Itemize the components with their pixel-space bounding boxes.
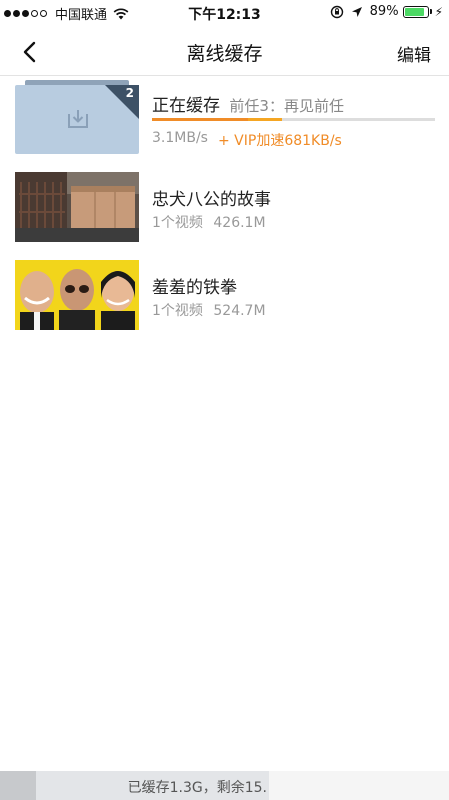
download-progress-bar xyxy=(152,118,435,121)
vip-speed: + VIP加速681KB/s xyxy=(218,133,342,149)
file-size: 426.1M xyxy=(213,215,266,231)
item-meta: 1个视频 426.1M xyxy=(152,212,266,232)
battery-fill xyxy=(404,7,425,16)
video-thumbnail xyxy=(15,260,139,330)
rotation-lock-icon xyxy=(330,5,343,18)
video-count: 1个视频 xyxy=(152,303,203,319)
vip-progress-fill xyxy=(248,118,283,121)
video-thumbnail xyxy=(15,172,139,242)
status-bar: 中国联通 下午12:13 89% ⚡ xyxy=(0,0,449,26)
file-size: 524.7M xyxy=(213,303,266,319)
battery-percent: 89% xyxy=(369,4,399,19)
item-title: 羞羞的铁拳 xyxy=(152,278,237,298)
video-count: 1个视频 xyxy=(152,215,203,231)
storage-usage-bar: 已缓存1.3G，剩余15. xyxy=(0,771,449,800)
location-arrow-icon xyxy=(351,6,362,17)
download-progress-fill xyxy=(152,118,249,121)
download-icon xyxy=(68,110,88,128)
download-speed: 3.1MB/s xyxy=(152,130,208,146)
storage-summary: 已缓存1.3G，剩余15. xyxy=(127,780,267,796)
downloading-thumbnail[interactable]: 2 xyxy=(15,80,139,154)
edit-button[interactable]: 编辑 xyxy=(397,41,431,66)
item-title: 忠犬八公的故事 xyxy=(152,190,271,210)
charging-bolt-icon: ⚡ xyxy=(434,4,443,19)
page-title: 离线缓存 xyxy=(186,43,263,65)
list-item[interactable]: 忠犬八公的故事 1个视频 426.1M xyxy=(0,168,449,250)
list-item[interactable]: 羞羞的铁拳 1个视频 524.7M xyxy=(0,256,449,338)
battery-icon xyxy=(402,5,429,18)
queue-count-badge: 2 xyxy=(125,86,134,100)
item-meta: 1个视频 524.7M xyxy=(152,300,266,320)
nav-bar: 离线缓存 编辑 xyxy=(0,26,449,76)
downloading-title: 正在缓存 前任3：再见前任 xyxy=(152,96,344,116)
storage-used-fill xyxy=(0,771,36,800)
downloading-subtitle: 前任3：再见前任 xyxy=(229,97,344,115)
